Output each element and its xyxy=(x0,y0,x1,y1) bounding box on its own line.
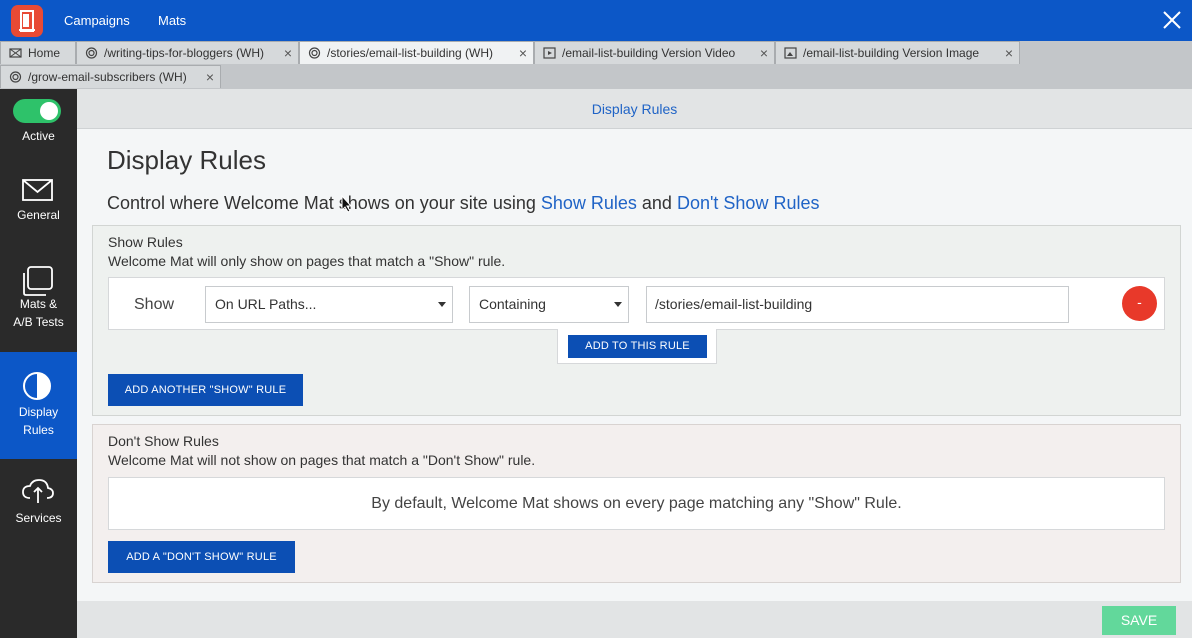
footer-bar: SAVE xyxy=(77,601,1192,638)
sidebar-item-label: General xyxy=(17,208,60,222)
sidebar-item-label: Rules xyxy=(23,423,54,437)
tab-label: /email-list-building Version Image xyxy=(803,46,980,60)
half-circle-icon xyxy=(23,372,51,400)
dont-show-rules-link[interactable]: Don't Show Rules xyxy=(677,193,820,213)
home-icon xyxy=(9,48,22,58)
add-to-rule-container: ADD TO THIS RULE xyxy=(557,329,717,364)
tab-label: /stories/email-list-building (WH) xyxy=(327,46,494,60)
sidebar: Active General Mats & A/B Tests Display … xyxy=(0,89,77,638)
sidebar-item-label: Mats & xyxy=(19,297,58,311)
dont-show-rules-description: Welcome Mat will not show on pages that … xyxy=(108,452,536,468)
subtitle-text: and xyxy=(636,193,677,213)
sidebar-item-label: A/B Tests xyxy=(13,315,64,329)
page-subtitle: Control where Welcome Mat shows on your … xyxy=(107,193,819,214)
target-icon xyxy=(85,47,98,59)
main-content: Display Rules Control where Welcome Mat … xyxy=(77,129,1192,601)
select-value: Containing xyxy=(479,296,546,312)
remove-rule-button[interactable]: - xyxy=(1122,286,1157,321)
nav-campaigns[interactable]: Campaigns xyxy=(64,0,130,41)
dont-show-rules-title: Don't Show Rules xyxy=(108,433,219,449)
show-rules-section: Show Rules Welcome Mat will only show on… xyxy=(92,225,1181,416)
add-to-this-rule-button[interactable]: ADD TO THIS RULE xyxy=(568,335,707,358)
dont-show-rules-section: Don't Show Rules Welcome Mat will not sh… xyxy=(92,424,1181,583)
mouse-cursor-icon xyxy=(341,195,353,213)
sidebar-item-general[interactable]: General xyxy=(0,169,77,229)
tab-label: /writing-tips-for-bloggers (WH) xyxy=(104,46,265,60)
active-toggle[interactable] xyxy=(13,99,61,123)
toggle-knob xyxy=(40,102,58,120)
save-button[interactable]: SAVE xyxy=(1102,606,1176,635)
sidebar-item-active[interactable]: Active xyxy=(0,89,77,159)
tab-label: Home xyxy=(28,46,61,60)
image-icon xyxy=(784,47,797,59)
door-icon xyxy=(19,10,35,32)
tab-label: /email-list-building Version Video xyxy=(562,46,736,60)
close-icon[interactable] xyxy=(1160,8,1184,32)
rule-type-select[interactable]: On URL Paths... xyxy=(205,286,453,323)
show-rule-row: Show On URL Paths... Containing /stories… xyxy=(108,277,1165,330)
sidebar-item-display-rules[interactable]: Display Rules xyxy=(0,352,77,459)
tab-close-icon[interactable]: × xyxy=(284,42,292,64)
tab-version-video[interactable]: /email-list-building Version Video × xyxy=(534,41,775,64)
tab-close-icon[interactable]: × xyxy=(519,42,527,64)
app-logo[interactable] xyxy=(11,5,43,37)
show-rules-description: Welcome Mat will only show on pages that… xyxy=(108,253,506,269)
chevron-down-icon xyxy=(614,302,622,307)
envelope-icon xyxy=(22,179,53,201)
nav-mats[interactable]: Mats xyxy=(158,0,186,41)
page-title: Display Rules xyxy=(107,145,266,175)
subtitle-text: Control where Welcome Mat shows on your … xyxy=(107,193,541,213)
sidebar-item-label: Services xyxy=(15,511,62,525)
tab-close-icon[interactable]: × xyxy=(760,42,768,64)
top-bar: Campaigns Mats xyxy=(0,0,1192,41)
video-icon xyxy=(543,47,556,59)
rule-value-input[interactable]: /stories/email-list-building xyxy=(646,286,1069,323)
tab-home[interactable]: Home xyxy=(0,41,76,64)
target-icon xyxy=(9,71,22,83)
add-dont-show-rule-button[interactable]: ADD A "DON'T SHOW" RULE xyxy=(108,541,295,573)
show-rules-title: Show Rules xyxy=(108,234,183,250)
select-value: On URL Paths... xyxy=(215,296,317,312)
cloud-upload-icon xyxy=(22,479,54,503)
tab-close-icon[interactable]: × xyxy=(206,66,214,88)
tab-writing-tips[interactable]: /writing-tips-for-bloggers (WH) × xyxy=(76,41,299,64)
tab-version-image[interactable]: /email-list-building Version Image × xyxy=(775,41,1020,64)
sidebar-item-services[interactable]: Services xyxy=(0,469,77,529)
target-icon xyxy=(308,47,321,59)
sidebar-item-mats[interactable]: Mats & A/B Tests xyxy=(0,257,77,337)
sidebar-item-label: Active xyxy=(22,129,55,143)
tab-email-list-building[interactable]: /stories/email-list-building (WH) × xyxy=(299,41,534,64)
tab-strip: Home /writing-tips-for-bloggers (WH) × /… xyxy=(0,41,1192,89)
rule-match-select[interactable]: Containing xyxy=(469,286,629,323)
add-another-show-rule-button[interactable]: ADD ANOTHER "SHOW" RULE xyxy=(108,374,303,406)
chevron-down-icon xyxy=(438,302,446,307)
layers-icon xyxy=(23,266,53,296)
panel-header: Display Rules xyxy=(77,89,1192,129)
show-rules-link[interactable]: Show Rules xyxy=(541,193,637,213)
sidebar-item-label: Display xyxy=(18,405,59,419)
tab-grow-email-subscribers[interactable]: /grow-email-subscribers (WH) × xyxy=(0,65,221,88)
tab-label: /grow-email-subscribers (WH) xyxy=(28,70,187,84)
tab-close-icon[interactable]: × xyxy=(1005,42,1013,64)
default-message: By default, Welcome Mat shows on every p… xyxy=(108,477,1165,530)
rule-label: Show xyxy=(134,296,175,313)
